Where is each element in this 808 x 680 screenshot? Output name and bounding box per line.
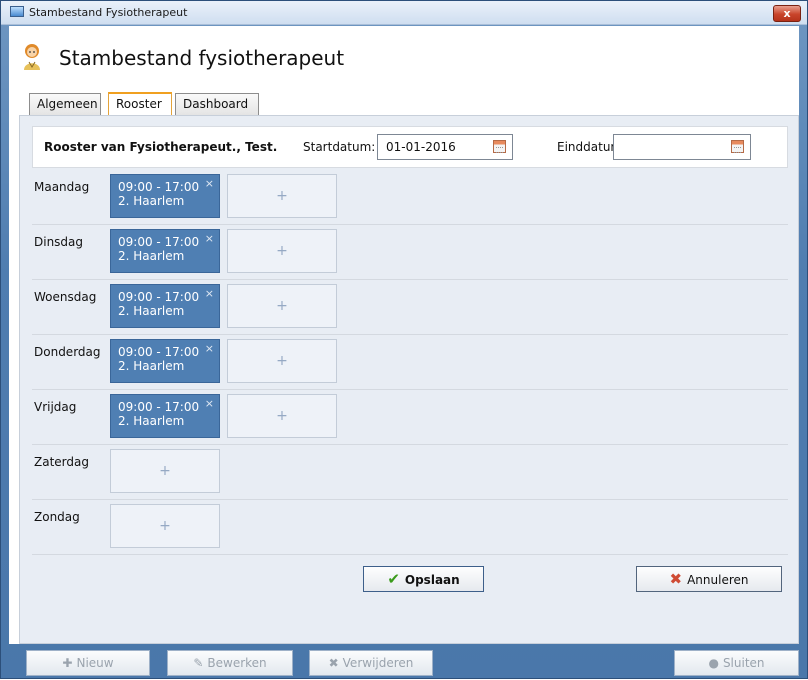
window-title: Stambestand Fysiotherapeut [29,6,188,19]
cancel-label: Annuleren [687,573,749,587]
new-button[interactable]: ✚ Nieuw [26,650,150,676]
time-slot[interactable]: × 09:00 - 17:00 2. Haarlem [110,394,220,438]
day-row-donderdag: Donderdag × 09:00 - 17:00 2. Haarlem + [32,335,788,390]
x-icon: ✖ [328,656,339,670]
tab-rooster[interactable]: Rooster [108,92,172,116]
main-content: Stambestand fysiotherapeut Algemeen Roos… [9,26,799,644]
day-row-zondag: Zondag + [32,500,788,555]
tab-dashboard[interactable]: Dashboard [175,93,259,115]
app-window: Stambestand Fysiotherapeut x Stambestand… [0,0,808,679]
plus-icon: ✚ [62,656,73,670]
time-slot[interactable]: × 09:00 - 17:00 2. Haarlem [110,284,220,328]
save-button[interactable]: ✔ Opslaan [363,566,484,592]
day-label: Vrijdag [34,400,77,414]
day-label: Zondag [34,510,80,524]
pencil-icon: ✎ [193,656,204,670]
add-slot-button[interactable]: + [227,284,337,328]
day-label: Dinsdag [34,235,84,249]
title-bar: Stambestand Fysiotherapeut x [1,1,807,25]
day-row-woensdag: Woensdag × 09:00 - 17:00 2. Haarlem + [32,280,788,335]
day-row-vrijdag: Vrijdag × 09:00 - 17:00 2. Haarlem + [32,390,788,445]
add-slot-button[interactable]: + [227,339,337,383]
delete-button[interactable]: ✖ Verwijderen [309,650,433,676]
start-date-value: 01-01-2016 [386,140,456,154]
start-date-field[interactable]: 01-01-2016 [377,134,513,160]
rooster-panel: Rooster van Fysiotherapeut., Test. Start… [19,115,799,644]
remove-slot-icon[interactable]: × [205,397,214,411]
end-date-field[interactable] [613,134,751,160]
day-row-dinsdag: Dinsdag × 09:00 - 17:00 2. Haarlem + [32,225,788,280]
start-date-label: Startdatum: [303,140,376,154]
slot-location: 2. Haarlem [118,359,185,373]
day-label: Donderdag [34,345,101,359]
slot-location: 2. Haarlem [118,414,185,428]
calendar-icon[interactable] [731,140,744,153]
edit-button[interactable]: ✎ Bewerken [167,650,293,676]
checkmark-icon: ✔ [387,570,400,588]
save-label: Opslaan [404,573,460,587]
remove-slot-icon[interactable]: × [205,287,214,301]
therapist-avatar-icon [24,44,40,70]
red-x-icon: ✖ [669,570,683,588]
new-label: Nieuw [76,656,114,670]
roster-title: Rooster van Fysiotherapeut., Test. [44,140,278,154]
slot-location: 2. Haarlem [118,304,185,318]
remove-slot-icon[interactable]: × [205,232,214,246]
circle-icon: ● [708,656,719,670]
slot-location: 2. Haarlem [118,249,185,263]
close-button[interactable]: ● Sluiten [674,650,799,676]
time-slot[interactable]: × 09:00 - 17:00 2. Haarlem [110,174,220,218]
add-slot-button[interactable]: + [110,504,220,548]
add-slot-button[interactable]: + [227,394,337,438]
add-slot-button[interactable]: + [110,449,220,493]
day-label: Woensdag [34,290,97,304]
roster-range-bar: Rooster van Fysiotherapeut., Test. Start… [32,126,788,168]
page-title: Stambestand fysiotherapeut [59,46,345,70]
page-header: Stambestand fysiotherapeut [9,26,799,88]
day-label: Maandag [34,180,90,194]
day-row-zaterdag: Zaterdag + [32,445,788,500]
edit-label: Bewerken [207,656,267,670]
bottom-toolbar: ✚ Nieuw ✎ Bewerken ✖ Verwijderen ● Sluiten [1,645,807,680]
window-icon [10,6,24,17]
time-slot[interactable]: × 09:00 - 17:00 2. Haarlem [110,229,220,273]
add-slot-button[interactable]: + [227,174,337,218]
remove-slot-icon[interactable]: × [205,177,214,191]
cancel-button[interactable]: ✖ Annuleren [636,566,782,592]
close-label: Sluiten [722,656,765,670]
time-slot[interactable]: × 09:00 - 17:00 2. Haarlem [110,339,220,383]
window-close-button[interactable]: x [773,5,801,22]
tab-algemeen[interactable]: Algemeen [29,93,101,115]
add-slot-button[interactable]: + [227,229,337,273]
slot-location: 2. Haarlem [118,194,185,208]
remove-slot-icon[interactable]: × [205,342,214,356]
delete-label: Verwijderen [342,656,414,670]
calendar-icon[interactable] [493,140,506,153]
day-label: Zaterdag [34,455,89,469]
day-row-maandag: Maandag × 09:00 - 17:00 2. Haarlem + [32,170,788,225]
